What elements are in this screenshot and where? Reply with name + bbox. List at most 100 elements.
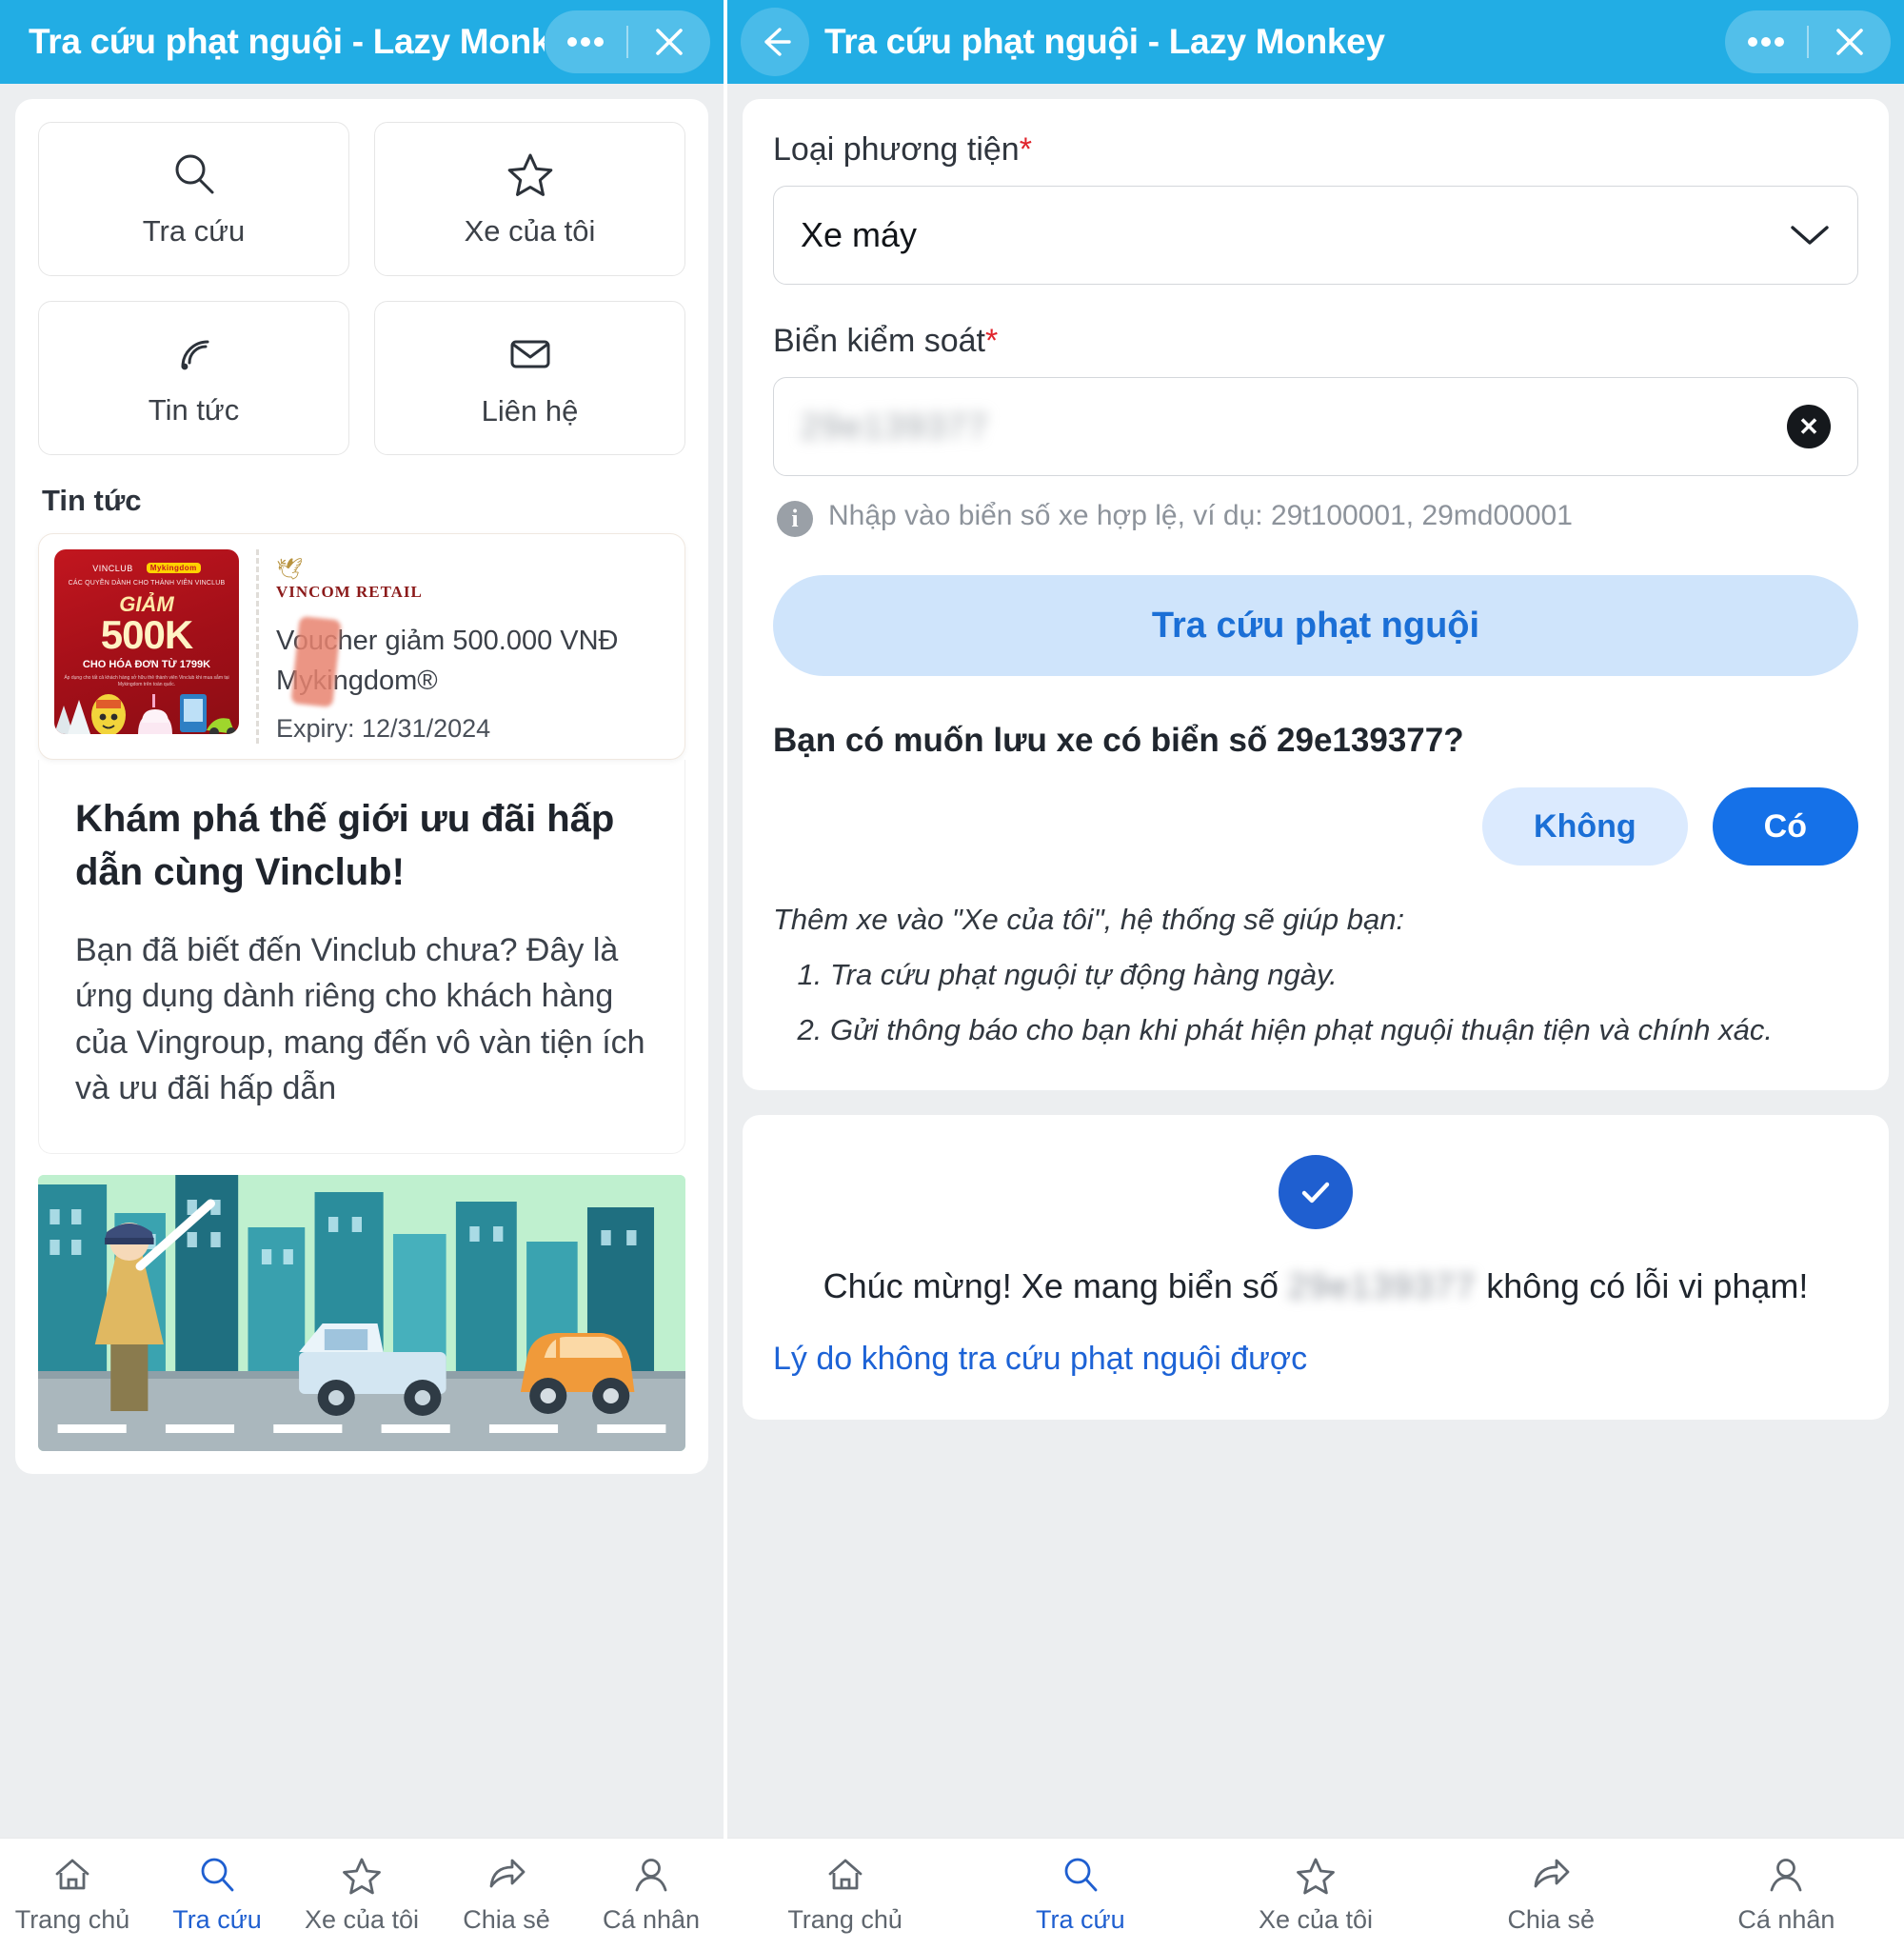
vincom-retail-logo: 🕊 VINCOM RETAIL <box>276 559 669 602</box>
lookup-form-card: Loại phương tiện* Xe máy Biển kiểm soát*… <box>743 99 1889 1090</box>
decline-save-button[interactable]: Không <box>1482 787 1688 866</box>
note-list-item: Gửi thông báo cho bạn khi phát hiện phạt… <box>830 1008 1858 1052</box>
window-controls-right <box>1725 10 1891 73</box>
info-icon: i <box>777 501 813 537</box>
mail-icon <box>505 328 556 379</box>
voucher-expiry: Expiry: 12/31/2024 <box>276 714 491 744</box>
nav-label: Tra cứu <box>1036 1905 1125 1934</box>
nav-label: Xe của tôi <box>1258 1905 1374 1934</box>
tile-tin-tuc[interactable]: Tin tức <box>38 301 349 455</box>
page-title: Tra cứu phạt nguội - Lazy Monkey <box>29 22 545 61</box>
success-check-icon <box>1279 1154 1353 1229</box>
traffic-police-illustration <box>38 1175 685 1452</box>
chevron-down-icon <box>1789 223 1831 248</box>
nav-label: Cá nhân <box>1737 1905 1835 1934</box>
nav-label: Trang chủ <box>787 1905 902 1934</box>
note-list: Tra cứu phạt nguội tự động hàng ngày. Gử… <box>830 953 1858 1052</box>
bottom-nav-right: Trang chủ Tra cứu Xe của tôi Chia sẻ Cá … <box>727 1838 1904 1950</box>
voucher-promo-amount: 500K <box>100 612 193 657</box>
search-icon <box>196 1854 238 1896</box>
left-screen: Tra cứu phạt nguội - Lazy Monkey Tra cứu… <box>0 0 727 1950</box>
more-options-button[interactable] <box>1725 10 1807 73</box>
right-scroll-area[interactable]: Loại phương tiện* Xe máy Biển kiểm soát*… <box>727 84 1904 1838</box>
tile-label: Liên hệ <box>481 394 579 428</box>
close-button[interactable] <box>628 10 710 73</box>
tile-xe-cua-toi[interactable]: Xe của tôi <box>374 122 685 276</box>
plate-label-text: Biển kiểm soát <box>773 323 985 359</box>
vehicle-type-select[interactable]: Xe máy <box>773 186 1858 285</box>
save-vehicle-actions: Không Có <box>773 787 1858 866</box>
plate-input-value: 29e139377 <box>801 407 990 446</box>
nav-item-chia-se[interactable]: Chia sẻ <box>1434 1854 1669 1935</box>
app-header-left: Tra cứu phạt nguội - Lazy Monkey <box>0 0 724 84</box>
lookup-result-card: Chúc mừng! Xe mang biển số 29e139377 khô… <box>743 1114 1889 1420</box>
required-asterisk: * <box>985 323 999 359</box>
star-icon <box>341 1854 383 1896</box>
nav-item-trang-chu[interactable]: Trang chủ <box>0 1854 145 1935</box>
plate-hint-text: Nhập vào biển số xe hợp lệ, ví dụ: 29t10… <box>828 500 1573 531</box>
tile-label: Tin tức <box>148 393 240 427</box>
nav-item-ca-nhan[interactable]: Cá nhân <box>1669 1854 1904 1935</box>
save-vehicle-question: Bạn có muốn lưu xe có biển số 29e139377? <box>773 722 1464 759</box>
tile-label: Tra cứu <box>142 214 246 248</box>
quick-action-grid: Tra cứu Xe của tôi Tin tức Liên hệ <box>38 122 685 455</box>
home-icon <box>824 1854 866 1896</box>
vincom-retail-name: VINCOM RETAIL <box>276 583 423 601</box>
voucher-promo-subtitle: CÁC QUYỀN DÀNH CHO THÀNH VIÊN VINCLUB <box>68 580 226 587</box>
search-icon <box>169 149 219 199</box>
person-icon <box>1765 1854 1807 1896</box>
nav-item-chia-se[interactable]: Chia sẻ <box>434 1854 579 1935</box>
nav-item-xe-cua-toi[interactable]: Xe của tôi <box>289 1854 434 1935</box>
back-button[interactable] <box>741 8 809 76</box>
nav-label: Trang chủ <box>14 1905 130 1934</box>
nav-label: Tra cứu <box>172 1905 262 1934</box>
nav-label: Xe của tôi <box>304 1905 420 1934</box>
nav-item-tra-cuu[interactable]: Tra cứu <box>962 1854 1198 1935</box>
voucher-toys-illustration <box>54 694 236 734</box>
nav-item-tra-cuu[interactable]: Tra cứu <box>145 1854 289 1935</box>
required-asterisk: * <box>1019 131 1032 168</box>
share-icon <box>486 1854 527 1896</box>
nav-item-ca-nhan[interactable]: Cá nhân <box>579 1854 724 1935</box>
close-button[interactable] <box>1809 10 1891 73</box>
nav-label: Cá nhân <box>602 1905 701 1934</box>
left-scroll-area[interactable]: Tra cứu Xe của tôi Tin tức Liên hệ Tin t… <box>0 84 724 1838</box>
voucher-thumbnail: VINCLUB Mykingdom CÁC QUYỀN DÀNH CHO THÀ… <box>54 549 239 734</box>
note-list-item: Tra cứu phạt nguội tự động hàng ngày. <box>830 953 1858 997</box>
star-icon <box>1295 1854 1337 1896</box>
news-article[interactable]: Khám phá thế giới ưu đãi hấp dẫn cùng Vi… <box>38 760 685 1155</box>
plate-input[interactable]: 29e139377 ✕ <box>773 377 1858 476</box>
left-main-card: Tra cứu Xe của tôi Tin tức Liên hệ Tin t… <box>15 99 708 1475</box>
result-message: Chúc mừng! Xe mang biển số 29e139377 khô… <box>773 1262 1858 1310</box>
result-suffix: không có lỗi vi phạm! <box>1477 1265 1809 1305</box>
nav-item-xe-cua-toi[interactable]: Xe của tôi <box>1198 1854 1433 1935</box>
tile-tra-cuu[interactable]: Tra cứu <box>38 122 349 276</box>
window-controls-left <box>545 10 710 73</box>
vehicle-type-value: Xe máy <box>801 215 918 254</box>
plate-label: Biển kiểm soát* <box>773 323 1858 360</box>
voucher-promo-condition: CHO HÓA ĐƠN TỪ 1799K <box>82 658 211 670</box>
note-intro: Thêm xe vào "Xe của tôi", hệ thống sẽ gi… <box>773 903 1405 937</box>
vehicle-type-label: Loại phương tiện* <box>773 131 1858 169</box>
plate-hint: i Nhập vào biển số xe hợp lệ, ví dụ: 29t… <box>777 497 1858 537</box>
news-section-title: Tin tức <box>42 484 142 517</box>
voucher-card[interactable]: VINCLUB Mykingdom CÁC QUYỀN DÀNH CHO THÀ… <box>38 533 685 761</box>
tile-lien-he[interactable]: Liên hệ <box>374 301 685 455</box>
voucher-details: 🕊 VINCOM RETAIL Voucher giảm 500.000 VNĐ… <box>276 549 669 744</box>
save-vehicle-note: Thêm xe vào "Xe của tôi", hệ thống sẽ gi… <box>773 898 1858 1052</box>
mykingdom-logo-text: Mykingdom <box>146 563 201 573</box>
page-title: Tra cứu phạt nguội - Lazy Monkey <box>824 22 1385 61</box>
result-prefix: Chúc mừng! Xe mang biển số <box>823 1265 1288 1305</box>
article-paragraph: Bạn đã biết đến Vinclub chưa? Đây là ứng… <box>75 932 645 1106</box>
nav-label: Chia sẻ <box>1507 1905 1595 1934</box>
voucher-perforation <box>256 549 259 745</box>
nav-item-trang-chu[interactable]: Trang chủ <box>727 1854 962 1935</box>
submit-lookup-button[interactable]: Tra cứu phạt nguội <box>773 575 1858 676</box>
confirm-save-button[interactable]: Có <box>1712 787 1858 866</box>
bird-icon: 🕊 <box>276 557 303 581</box>
search-icon <box>1060 1854 1101 1896</box>
home-icon <box>51 1854 93 1896</box>
lookup-failure-reason-link[interactable]: Lý do không tra cứu phạt nguội được <box>773 1341 1858 1378</box>
more-options-button[interactable] <box>545 10 626 73</box>
clear-icon[interactable]: ✕ <box>1787 405 1831 448</box>
